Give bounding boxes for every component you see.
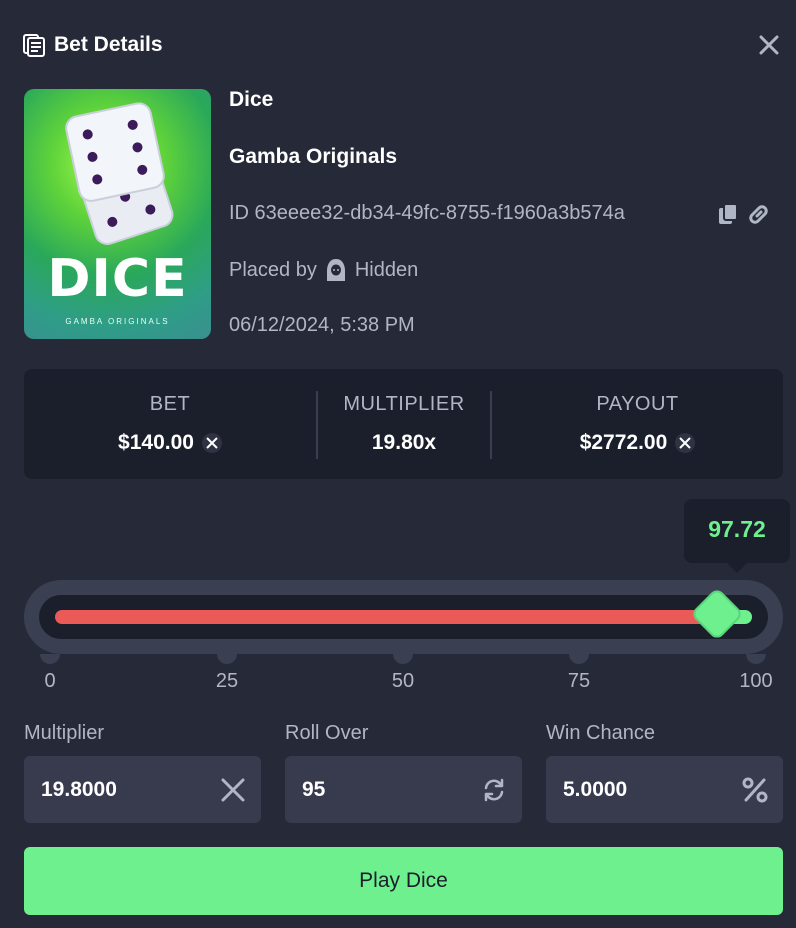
page-title: Bet Details <box>54 33 163 56</box>
swap-icon[interactable] <box>480 776 508 804</box>
percent-icon <box>742 777 768 803</box>
game-provider[interactable]: Gamba Originals <box>229 145 397 169</box>
slider-lose-range <box>55 610 717 624</box>
multiplier-value: 19.80x <box>371 431 437 454</box>
copy-icon[interactable] <box>718 203 740 225</box>
tick-label: 100 <box>739 670 773 692</box>
payout-label: PAYOUT <box>596 393 679 415</box>
tick-label: 0 <box>44 670 56 692</box>
currency-icon <box>675 433 696 453</box>
currency-icon <box>201 433 222 453</box>
roll-over-field-label: Roll Over <box>285 722 369 744</box>
bet-stats-panel: BET $140.00 MULTIPLIER 19.80x PAYOUT $27… <box>24 369 783 479</box>
tick-mark <box>217 654 237 664</box>
tooltip-arrow <box>726 562 748 573</box>
close-icon[interactable] <box>756 32 782 58</box>
tick-label: 25 <box>215 670 239 692</box>
win-chance-field-value: 5.0000 <box>563 778 628 801</box>
result-tooltip: 97.72 <box>684 499 790 563</box>
document-icon <box>23 34 45 57</box>
payout-value-row: $2772.00 <box>492 431 783 455</box>
tick-mark <box>40 654 60 664</box>
multiplier-field[interactable]: 19.8000 <box>24 756 261 823</box>
game-thumbnail[interactable]: DICE GAMBA ORIGINALS <box>24 89 211 339</box>
tick-mark <box>569 654 589 664</box>
multiplier-field-label: Multiplier <box>24 722 105 744</box>
placed-by-label: Placed by <box>229 258 317 281</box>
dice-illustration <box>65 102 174 245</box>
bet-id: ID 63eeee32-db34-49fc-8755-f1960a3b574a <box>229 202 625 224</box>
multiplier-label: MULTIPLIER <box>343 393 465 415</box>
placed-by: Placed by Hidden <box>229 258 418 282</box>
game-name[interactable]: Dice <box>229 88 273 112</box>
link-icon[interactable] <box>747 203 771 225</box>
bet-date: 06/12/2024, 5:38 PM <box>229 314 415 336</box>
tick-label: 75 <box>567 670 591 692</box>
bet-value: $140.00 <box>118 431 194 454</box>
win-chance-field-label: Win Chance <box>546 722 655 744</box>
roll-over-field[interactable]: 95 <box>285 756 522 823</box>
payout-value: $2772.00 <box>579 431 668 454</box>
payout-stat: PAYOUT $2772.00 <box>492 369 783 479</box>
bet-stat: BET $140.00 <box>24 369 316 479</box>
times-icon <box>221 778 245 802</box>
multiplier-field-value: 19.8000 <box>41 778 117 801</box>
placed-by-user: Hidden <box>354 258 419 281</box>
tick-mark <box>393 654 413 664</box>
win-chance-field[interactable]: 5.0000 <box>546 756 783 823</box>
hooded-user-icon <box>326 259 345 281</box>
bet-label: BET <box>149 393 191 415</box>
tick-label: 50 <box>391 670 415 692</box>
thumbnail-subtitle: GAMBA ORIGINALS <box>65 317 170 326</box>
bet-value-row: $140.00 <box>24 431 316 455</box>
thumbnail-title: DICE <box>47 249 188 309</box>
multiplier-stat: MULTIPLIER 19.80x <box>318 369 490 479</box>
roll-over-field-value: 95 <box>302 778 326 801</box>
play-dice-button[interactable]: Play Dice <box>24 847 783 915</box>
result-value: 97.72 <box>708 516 766 542</box>
tick-mark <box>746 654 766 664</box>
